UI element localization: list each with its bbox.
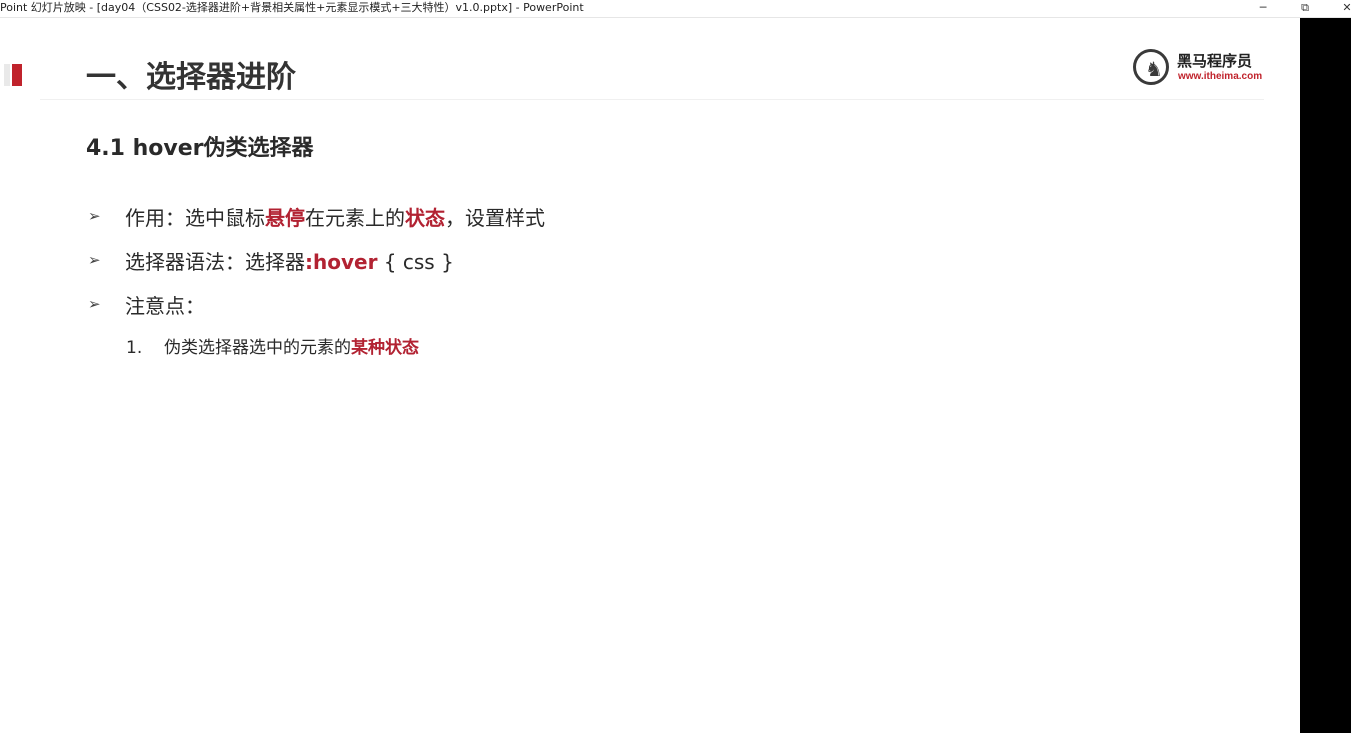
letterbox-bar [1300,18,1351,733]
bullet-text: 作用：选中鼠标悬停在元素上的状态，设置样式 [125,204,545,232]
brand-logo: ♞ 黑马程序员 www.itheima.com [1133,49,1268,89]
section-subtitle: 4.1 hover伪类选择器 [86,136,314,161]
bullet-text-segment: 作用：选中鼠标 [125,206,265,230]
highlight-text: 状态 [405,206,445,230]
highlight-text: 某种状态 [351,338,419,358]
bullet-text-segment: 注意点： [125,294,205,318]
restore-button[interactable]: ⧉ [1291,0,1319,17]
sub-item-number: 1. [126,338,143,358]
bullet-text-segment: 在元素上的 [305,206,405,230]
minimize-button[interactable]: ─ [1249,0,1277,17]
slide-title: 一、选择器进阶 [86,60,296,95]
numbered-sub-item: 1. 伪类选择器选中的元素的某种状态 [126,336,419,360]
window-titlebar: Point 幻灯片放映 - [day04（CSS02-选择器进阶+背景相关属性+… [0,0,1351,18]
bullet-text: 注意点： [125,292,205,320]
slide[interactable]: 一、选择器进阶 ♞ 黑马程序员 www.itheima.com 4.1 hove… [0,18,1300,733]
highlight-text: 悬停 [265,206,305,230]
brand-url: www.itheima.com [1178,71,1263,82]
bullet-item: ➢ 注意点： [88,292,988,322]
brand-name: 黑马程序员 [1177,52,1253,70]
sub-item-text: 伪类选择器选中的元素的 [164,338,351,358]
bullet-text: 选择器语法：选择器:hover { css } [125,248,454,276]
arrow-bullet-icon: ➢ [88,207,101,225]
bullet-item: ➢ 选择器语法：选择器:hover { css } [88,248,988,278]
bullet-text-segment: 选择器语法：选择器 [125,250,305,274]
bullet-text-segment: { css } [377,250,454,274]
arrow-bullet-icon: ➢ [88,295,101,313]
highlight-text: :hover [305,250,378,274]
bullet-item: ➢ 作用：选中鼠标悬停在元素上的状态，设置样式 [88,204,988,234]
arrow-bullet-icon: ➢ [88,251,101,269]
bullet-text-segment: ，设置样式 [445,206,545,230]
window-title: Point 幻灯片放映 - [day04（CSS02-选择器进阶+背景相关属性+… [0,1,584,14]
close-button[interactable]: ✕ [1333,0,1351,17]
horse-logo-icon: ♞ [1133,49,1169,85]
title-divider [40,99,1264,100]
title-accent-bar [4,64,22,86]
